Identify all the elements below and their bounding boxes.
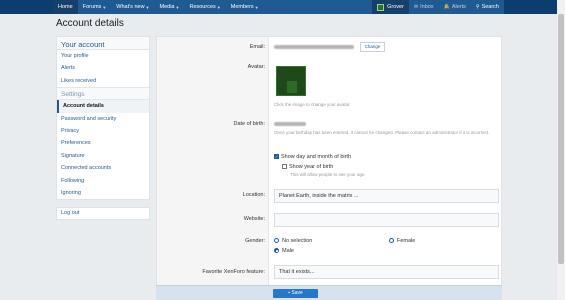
chevron-down-icon: ▼ (216, 4, 221, 10)
email-label: Email: (249, 44, 265, 50)
sidebar-heading-your-account: Your account (57, 37, 149, 50)
sidebar-item-alerts[interactable]: Alerts (57, 62, 149, 74)
sidebar-item-privacy[interactable]: Privacy (57, 125, 149, 137)
avatar-image[interactable] (276, 66, 306, 96)
dob-value-redacted (274, 121, 306, 127)
scrollbar-thumb[interactable] (558, 14, 564, 264)
form-label-column (157, 37, 269, 300)
dob-label: Date of birth: (233, 121, 266, 127)
alerts-link[interactable]: 🔔 Alerts (439, 0, 471, 14)
avatar-hint: Click the image to change your avatar. (274, 102, 351, 107)
search-icon: ⚲ (475, 4, 480, 10)
sidebar-item-your-profile[interactable]: Your profile (57, 50, 149, 62)
gender-male-radio[interactable]: Male (274, 248, 294, 254)
page-scrollbar[interactable] (557, 0, 565, 300)
sidebar-item-password-security[interactable]: Password and security (57, 113, 149, 125)
username: Grover (387, 4, 404, 10)
user-menu[interactable]: Grover (372, 0, 409, 14)
xenforo-feature-label: Favorite XenForo feature: (202, 269, 265, 275)
location-input[interactable]: Planet Earth, inside the matrix ... (274, 189, 499, 203)
avatar-figure (287, 81, 297, 93)
sidebar-item-signature[interactable]: Signature (57, 150, 149, 162)
xenforo-feature-input[interactable]: That it exists... (274, 265, 499, 279)
account-sidebar: Your account Your profile Alerts Likes r… (56, 36, 150, 201)
gender-no-selection-radio[interactable]: No selection (274, 238, 312, 244)
show-year-hint: This will allow people to see your age. (290, 172, 366, 177)
chevron-down-icon: ▼ (102, 4, 107, 10)
logout-link[interactable]: Log out (56, 207, 150, 220)
checkbox-checked-icon: ✓ (274, 154, 279, 160)
inbox-link[interactable]: ✉ Inbox (409, 0, 439, 14)
radio-selected-icon (274, 248, 279, 254)
sidebar-item-preferences[interactable]: Preferences (57, 137, 149, 149)
sidebar-item-following[interactable]: Following (57, 175, 149, 187)
website-label: Website: (243, 216, 265, 222)
nav-whats-new[interactable]: What's new ▼ (111, 0, 154, 14)
gender-female-radio[interactable]: Female (389, 238, 415, 244)
save-button[interactable]: ▪ Save (273, 289, 318, 298)
nav-forums[interactable]: Forums ▼ (78, 0, 112, 14)
checkbox-unchecked-icon (282, 164, 287, 170)
user-avatar (377, 3, 385, 11)
bell-icon: 🔔 (443, 4, 450, 10)
avatar-label: Avatar: (247, 64, 265, 70)
change-email-button[interactable]: Change (360, 42, 385, 52)
main-navigation: Home Forums ▼ What's new ▼ Media ▼ Resource… (53, 0, 504, 14)
dob-hint: Once your birthday has been entered, it … (274, 130, 490, 135)
nav-user-area: Grover ✉ Inbox 🔔 Alerts ⚲ Search (372, 0, 504, 14)
sidebar-heading-settings: Settings (57, 87, 149, 101)
nav-home[interactable]: Home (53, 0, 78, 14)
nav-members[interactable]: Members ▼ (226, 0, 264, 14)
show-year-checkbox[interactable]: Show year of birth (282, 164, 333, 170)
account-details-form: Email: Change Avatar: Click the image to… (156, 36, 502, 300)
sidebar-item-connected-accounts[interactable]: Connected accounts (57, 162, 149, 174)
sidebar-item-ignoring[interactable]: Ignoring (57, 187, 149, 199)
show-day-month-checkbox[interactable]: ✓ Show day and month of birth (274, 154, 351, 160)
envelope-icon: ✉ (413, 4, 419, 10)
form-submit-bar: ▪ Save (156, 285, 502, 300)
sidebar-item-likes-received[interactable]: Likes received (57, 75, 149, 87)
website-input[interactable] (274, 213, 499, 227)
page-title: Account details (56, 18, 124, 29)
sidebar-item-account-details[interactable]: Account details (57, 100, 149, 113)
gender-label: Gender: (245, 238, 265, 244)
radio-icon (389, 238, 394, 244)
location-label: Location: (242, 192, 265, 198)
nav-media[interactable]: Media ▼ (155, 0, 185, 14)
chevron-down-icon: ▼ (175, 4, 180, 10)
search-link[interactable]: ⚲ Search (471, 0, 504, 14)
email-value-redacted (274, 44, 354, 50)
radio-icon (274, 238, 279, 244)
nav-resources[interactable]: Resources ▼ (184, 0, 225, 14)
chevron-down-icon: ▼ (145, 4, 150, 10)
chevron-down-icon: ▼ (254, 4, 259, 10)
